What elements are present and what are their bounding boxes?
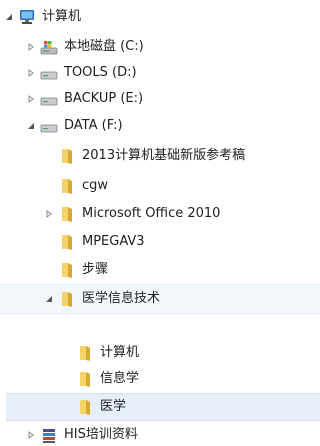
empty-twisty [44, 265, 54, 275]
tree-item-tools-d[interactable]: TOOLS (D:) [0, 60, 320, 86]
drive-icon [40, 64, 58, 82]
tree-item-folder[interactable]: 信息学 [0, 366, 320, 392]
tree-item-medical-info-tech[interactable]: 医学信息技术 [0, 284, 320, 314]
tree-item-label: BACKUP (E:) [64, 91, 144, 106]
empty-twisty [62, 374, 72, 384]
drive-icon [40, 117, 58, 135]
tree-item-label: 计算机 [42, 9, 82, 24]
drive-icon [40, 90, 58, 108]
folder-tree: 计算机 本地磁盘 (C:) TOOLS (D:) BACKUP (E:) DAT… [0, 0, 320, 446]
folder-icon [58, 261, 76, 279]
empty-twisty [44, 237, 54, 247]
collapsed-arrow-icon[interactable] [26, 430, 36, 440]
tree-item-label: 本地磁盘 (C:) [64, 39, 144, 54]
tree-item-label: cgw [82, 178, 109, 193]
tree-item-backup-e[interactable]: BACKUP (E:) [0, 86, 320, 112]
tree-item-folder[interactable]: cgw [0, 173, 320, 199]
empty-twisty [62, 348, 72, 358]
tree-item-folder[interactable]: Microsoft Office 2010 [0, 201, 320, 227]
empty-twisty [44, 181, 54, 191]
expanded-arrow-icon[interactable] [4, 12, 14, 22]
tree-item-data-f[interactable]: DATA (F:) [0, 113, 320, 139]
expanded-arrow-icon[interactable] [44, 294, 54, 304]
library-icon [40, 426, 58, 444]
collapsed-arrow-icon[interactable] [26, 68, 36, 78]
tree-item-label: 信息学 [100, 371, 140, 386]
tree-item-label: 2013计算机基础新版参考稿 [82, 148, 246, 163]
folder-icon [58, 205, 76, 223]
folder-icon [76, 398, 94, 416]
collapsed-arrow-icon[interactable] [26, 42, 36, 52]
collapsed-arrow-icon[interactable] [44, 209, 54, 219]
tree-item-label: MPEGAV3 [82, 234, 145, 249]
tree-item-local-disk-c[interactable]: 本地磁盘 (C:) [0, 34, 320, 60]
folder-icon [76, 344, 94, 362]
folder-icon [76, 370, 94, 388]
tree-item-computer[interactable]: 计算机 [0, 4, 320, 30]
tree-item-folder[interactable]: 2013计算机基础新版参考稿 [0, 143, 320, 169]
tree-item-folder[interactable]: 计算机 [0, 340, 320, 366]
tree-item-label: 医学信息技术 [82, 291, 161, 306]
folder-icon [58, 233, 76, 251]
system-drive-icon [40, 38, 58, 56]
expanded-arrow-icon[interactable] [26, 121, 36, 131]
empty-twisty [44, 151, 54, 161]
tree-item-folder-selected[interactable]: 医学 [6, 393, 320, 421]
tree-item-label: 医学 [100, 399, 127, 414]
tree-item-label: HIS培训资料 [64, 427, 138, 442]
tree-item-folder[interactable]: MPEGAV3 [0, 229, 320, 255]
folder-icon [58, 147, 76, 165]
tree-item-label: DATA (F:) [64, 118, 123, 133]
tree-item-label: 步骤 [82, 262, 109, 277]
tree-item-label: 计算机 [100, 345, 140, 360]
folder-icon [58, 290, 76, 308]
collapsed-arrow-icon[interactable] [26, 94, 36, 104]
tree-item-label: TOOLS (D:) [64, 65, 137, 80]
computer-icon [18, 8, 36, 26]
folder-icon [58, 177, 76, 195]
tree-item-folder[interactable]: 步骤 [0, 257, 320, 283]
tree-item-his-library[interactable]: HIS培训资料 [0, 424, 320, 446]
tree-item-label: Microsoft Office 2010 [82, 206, 221, 221]
empty-twisty [62, 402, 72, 412]
